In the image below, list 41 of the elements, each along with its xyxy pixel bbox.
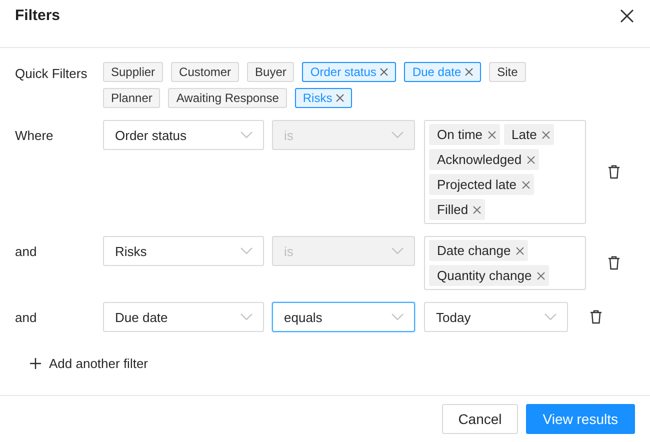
delete-button[interactable] [608, 256, 622, 270]
trash-icon [590, 310, 602, 324]
cancel-button[interactable]: Cancel [442, 404, 518, 434]
trash-icon [608, 256, 620, 270]
field-select[interactable]: Risks [103, 236, 264, 266]
dialog-title: Filters [15, 7, 60, 24]
value-tag[interactable]: Late [504, 124, 554, 145]
connector-label: and [15, 243, 38, 261]
quick-filter-chip[interactable]: Awaiting Response [168, 88, 287, 108]
quick-filter-chip[interactable]: Customer [171, 62, 240, 82]
chevron-down-icon [391, 247, 404, 255]
delete-button[interactable] [608, 165, 622, 179]
value-tag[interactable]: On time [429, 124, 500, 145]
plus-icon [30, 358, 41, 369]
chevron-down-icon [391, 131, 404, 139]
quick-filter-chip[interactable]: Supplier [103, 62, 164, 82]
chevron-down-icon [391, 313, 404, 321]
chevron-down-icon [240, 313, 253, 321]
value-tag[interactable]: Date change [429, 240, 528, 261]
value-tag[interactable]: Quantity change [429, 265, 549, 286]
value-tag[interactable]: Acknowledged [429, 149, 539, 170]
quick-filter-chip[interactable]: Buyer [247, 62, 294, 82]
trash-icon [608, 165, 620, 179]
field-select[interactable]: Order status [103, 120, 264, 150]
value-select[interactable]: Today [424, 302, 568, 332]
value-tags-field[interactable]: On time Late Acknowledged Projected late Filled [424, 120, 586, 224]
connector-label: Where [15, 127, 54, 145]
close-icon[interactable] [620, 8, 634, 22]
field-select[interactable]: Due date [103, 302, 264, 332]
add-filter-button[interactable]: Add another filter [30, 356, 148, 371]
quick-filter-chip[interactable]: Planner [103, 88, 160, 108]
value-tag[interactable]: Projected late [429, 174, 534, 195]
value-tags-field[interactable]: Date change Quantity change [424, 236, 586, 290]
quick-filters-label: Quick Filters [15, 65, 88, 83]
chevron-down-icon [544, 313, 557, 321]
quick-filter-chip[interactable]: Site [489, 62, 526, 82]
connector-label: and [15, 309, 38, 327]
chevron-down-icon [240, 131, 253, 139]
value-tag[interactable]: Filled [429, 199, 486, 220]
chevron-down-icon [240, 247, 253, 255]
operator-select[interactable]: equals [272, 302, 415, 332]
